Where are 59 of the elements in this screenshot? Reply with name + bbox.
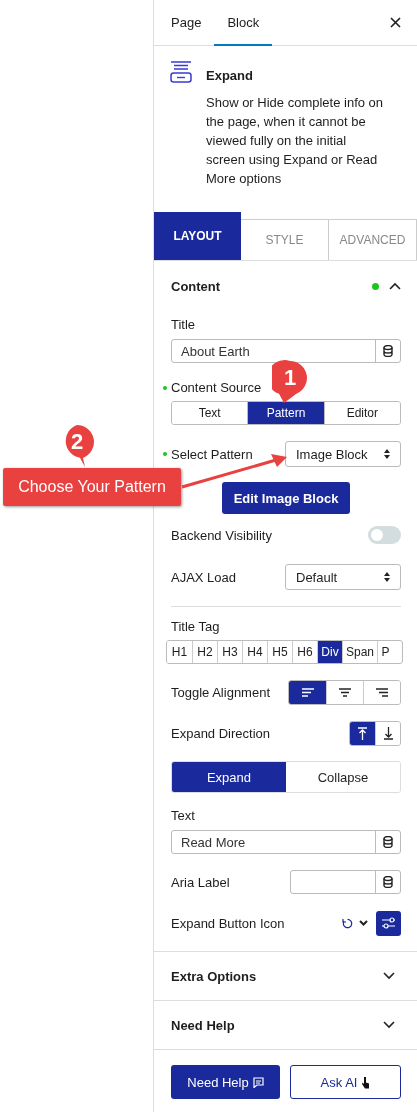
- sort-icon: [384, 572, 390, 582]
- direction-option[interactable]: [350, 722, 375, 745]
- block-title: Expand: [206, 68, 254, 83]
- tag-option[interactable]: Div: [317, 641, 342, 663]
- chevron-down-icon[interactable]: [359, 920, 368, 926]
- panel-tab[interactable]: ADVANCED: [329, 219, 417, 260]
- field-label: Select Pattern: [171, 446, 253, 462]
- expand-block-icon: [170, 61, 192, 83]
- field-label: Text: [171, 808, 196, 823]
- settings-button[interactable]: [376, 910, 401, 936]
- section-title: Content: [171, 278, 221, 294]
- sort-icon: [384, 449, 390, 459]
- sidebar-tab[interactable]: Block: [214, 0, 273, 46]
- pointer-hand-icon: [361, 1075, 371, 1089]
- ask-ai-button[interactable]: Ask AI: [290, 1065, 401, 1099]
- select-field[interactable]: Default: [285, 564, 401, 590]
- field-label: Aria Label: [171, 874, 230, 890]
- refresh-icon[interactable]: [342, 917, 353, 929]
- field-label: Backend Visibility: [171, 527, 272, 543]
- switch-option[interactable]: Expand: [172, 762, 286, 792]
- field-label: Content Source: [171, 380, 262, 395]
- direction-option[interactable]: [375, 722, 400, 745]
- field-label: Expand Button Icon: [171, 915, 285, 931]
- section-title: Extra Options: [171, 968, 257, 984]
- step-badge: 1: [272, 360, 308, 404]
- alignment-option[interactable]: [289, 681, 326, 704]
- chevron-up-icon[interactable]: [389, 282, 401, 290]
- select-field[interactable]: Image Block: [285, 441, 401, 467]
- toggle-switch[interactable]: [368, 526, 401, 544]
- section-title: Need Help: [171, 1017, 235, 1033]
- segment-option[interactable]: Pattern: [247, 402, 324, 424]
- field-label: Toggle Alignment: [171, 685, 270, 700]
- sliders-icon: [381, 917, 396, 929]
- sidebar-tab[interactable]: Page: [158, 0, 215, 46]
- alignment-option[interactable]: [363, 681, 400, 704]
- help-button[interactable]: Need Help: [171, 1065, 280, 1099]
- text-field[interactable]: Read More: [171, 830, 401, 854]
- close-icon[interactable]: [390, 17, 401, 28]
- panel-tab[interactable]: STYLE: [241, 219, 329, 260]
- panel-tab[interactable]: LAYOUT: [154, 212, 241, 260]
- database-icon[interactable]: [383, 345, 393, 357]
- align-left-icon: [301, 688, 314, 697]
- database-icon[interactable]: [383, 836, 393, 848]
- align-right-icon: [376, 688, 388, 697]
- align-center-icon: [339, 688, 351, 697]
- chevron-down-icon[interactable]: [383, 1021, 395, 1029]
- arrow-up-icon: [357, 727, 368, 740]
- field-label: Title: [171, 317, 197, 332]
- text-field[interactable]: [290, 870, 401, 894]
- field-label: Title Tag: [171, 619, 221, 634]
- arrow-down-icon: [382, 727, 394, 740]
- field-label: AJAX Load: [171, 569, 237, 585]
- block-description: Show or Hide complete info on the page, when it cannot be viewed fully on the initial screen using Expand or Read More options: [206, 94, 384, 188]
- segment-option[interactable]: Editor: [323, 402, 400, 424]
- field-label: Expand Direction: [171, 726, 270, 741]
- chevron-down-icon[interactable]: [383, 972, 395, 980]
- chat-icon: [252, 1076, 264, 1088]
- database-icon[interactable]: [383, 876, 393, 888]
- edit-button[interactable]: Edit Image Block: [221, 482, 351, 514]
